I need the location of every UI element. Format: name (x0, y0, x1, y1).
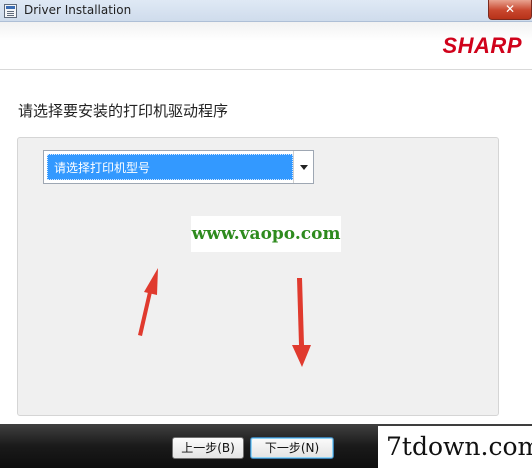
site-watermark: 7tdown.com (378, 426, 532, 468)
next-button[interactable]: 下一步(N) (250, 437, 334, 459)
back-button[interactable]: 上一步(B) (172, 437, 244, 459)
arrow-up-icon (138, 268, 158, 336)
annotation-arrows (138, 268, 311, 367)
arrow-down-icon (292, 278, 311, 367)
